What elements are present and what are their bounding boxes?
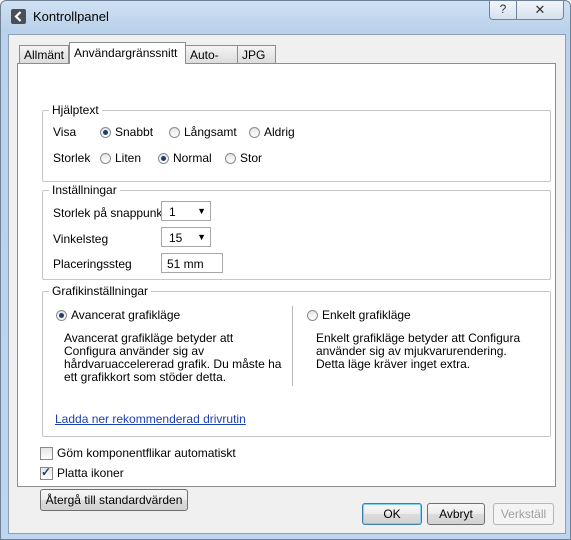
helptext-legend: Hjälptext bbox=[49, 103, 102, 117]
dialog-client-area: Allmänt Användargränssnitt Auto-3D JPG H… bbox=[8, 34, 566, 534]
simple-desc-line: Detta läge kräver inget extra. bbox=[316, 357, 471, 371]
radio-normal-label: Normal bbox=[173, 151, 212, 165]
advanced-desc-line: ett grafikkort som stöder detta. bbox=[64, 370, 227, 384]
radio-snabbt-label: Snabbt bbox=[115, 125, 154, 139]
chevron-down-icon: ▼ bbox=[197, 232, 206, 242]
cancel-button[interactable]: Avbryt bbox=[427, 503, 485, 525]
graphics-divider bbox=[292, 306, 293, 386]
settings-legend: Inställningar bbox=[49, 183, 120, 197]
placement-step-value: 51 mm bbox=[167, 257, 204, 271]
download-driver-link[interactable]: Ladda ner rekommenderad drivrutin bbox=[55, 412, 246, 426]
radio-liten-label: Liten bbox=[115, 151, 142, 165]
radio-snabbt-indicator bbox=[100, 126, 111, 138]
placement-step-input[interactable]: 51 mm bbox=[161, 253, 223, 273]
radio-liten-indicator bbox=[100, 152, 111, 164]
tab-page: Hjälptext Visa Snabbt Långsamt Aldrig St… bbox=[17, 63, 556, 511]
radio-aldrig[interactable]: Aldrig bbox=[249, 125, 295, 139]
radio-simple-indicator bbox=[307, 309, 318, 321]
radio-langsamt-indicator bbox=[169, 126, 180, 138]
radio-snabbt[interactable]: Snabbt bbox=[100, 125, 153, 139]
title-bar[interactable]: Kontrollpanel ? ✕ bbox=[1, 1, 570, 33]
simple-description: Enkelt grafikläge betyder att Configura … bbox=[316, 332, 546, 371]
helptext-group: Hjälptext bbox=[42, 103, 551, 182]
chevron-down-icon: ▼ bbox=[197, 206, 206, 216]
angle-step-label: Vinkelsteg bbox=[53, 232, 109, 246]
radio-simple-label: Enkelt grafikläge bbox=[322, 308, 411, 322]
radio-stor[interactable]: Stor bbox=[225, 151, 262, 165]
hide-tabs-label: Göm komponentflikar automatiskt bbox=[57, 446, 236, 460]
advanced-description: Avancerat grafikläge betyder att Configu… bbox=[64, 332, 294, 384]
snap-size-value: 1 bbox=[169, 205, 176, 219]
snap-size-select[interactable]: 1 ▼ bbox=[161, 201, 211, 221]
flat-icons-checkbox[interactable]: Platta ikoner bbox=[40, 465, 124, 480]
hide-tabs-box bbox=[40, 446, 53, 460]
show-label: Visa bbox=[53, 125, 77, 139]
radio-normal-indicator bbox=[158, 152, 169, 164]
radio-advanced-indicator bbox=[56, 309, 67, 321]
flat-icons-box bbox=[40, 465, 53, 480]
tab-jpg[interactable]: JPG bbox=[237, 45, 276, 63]
angle-step-value: 15 bbox=[169, 231, 183, 245]
help-button[interactable]: ? bbox=[489, 1, 517, 20]
radio-normal[interactable]: Normal bbox=[158, 151, 212, 165]
radio-simple-graphics[interactable]: Enkelt grafikläge bbox=[307, 308, 411, 322]
reset-defaults-button[interactable]: Återgå till standardvärden bbox=[40, 489, 188, 511]
tab-auto-3d[interactable]: Auto-3D bbox=[185, 45, 238, 80]
snap-size-label: Storlek på snappunkt bbox=[53, 206, 166, 220]
radio-aldrig-indicator bbox=[249, 126, 260, 138]
flat-icons-label: Platta ikoner bbox=[57, 466, 124, 480]
app-icon bbox=[11, 9, 26, 24]
tab-anvandargranssnitt[interactable]: Användargränssnitt bbox=[69, 42, 186, 64]
graphics-legend: Grafikinställningar bbox=[49, 284, 152, 298]
size-label: Storlek bbox=[53, 151, 91, 165]
ok-button[interactable]: OK bbox=[362, 503, 422, 525]
radio-advanced-label: Avancerat grafikläge bbox=[71, 308, 181, 322]
placement-step-label: Placeringssteg bbox=[53, 257, 132, 271]
angle-step-select[interactable]: 15 ▼ bbox=[161, 227, 211, 247]
radio-advanced-graphics[interactable]: Avancerat grafikläge bbox=[56, 308, 180, 322]
hide-component-tabs-checkbox[interactable]: Göm komponentflikar automatiskt bbox=[40, 446, 236, 460]
apply-button[interactable]: Verkställ bbox=[493, 503, 554, 525]
control-panel-window: Kontrollpanel ? ✕ Allmänt Användargränss… bbox=[0, 0, 571, 540]
close-button[interactable]: ✕ bbox=[516, 1, 564, 20]
window-title: Kontrollpanel bbox=[33, 9, 109, 24]
radio-langsamt-label: Långsamt bbox=[184, 125, 237, 139]
radio-stor-label: Stor bbox=[240, 151, 263, 165]
radio-stor-indicator bbox=[225, 152, 236, 164]
tab-allmant[interactable]: Allmänt bbox=[19, 45, 69, 63]
radio-langsamt[interactable]: Långsamt bbox=[169, 125, 237, 139]
radio-aldrig-label: Aldrig bbox=[264, 125, 295, 139]
radio-liten[interactable]: Liten bbox=[100, 151, 141, 165]
